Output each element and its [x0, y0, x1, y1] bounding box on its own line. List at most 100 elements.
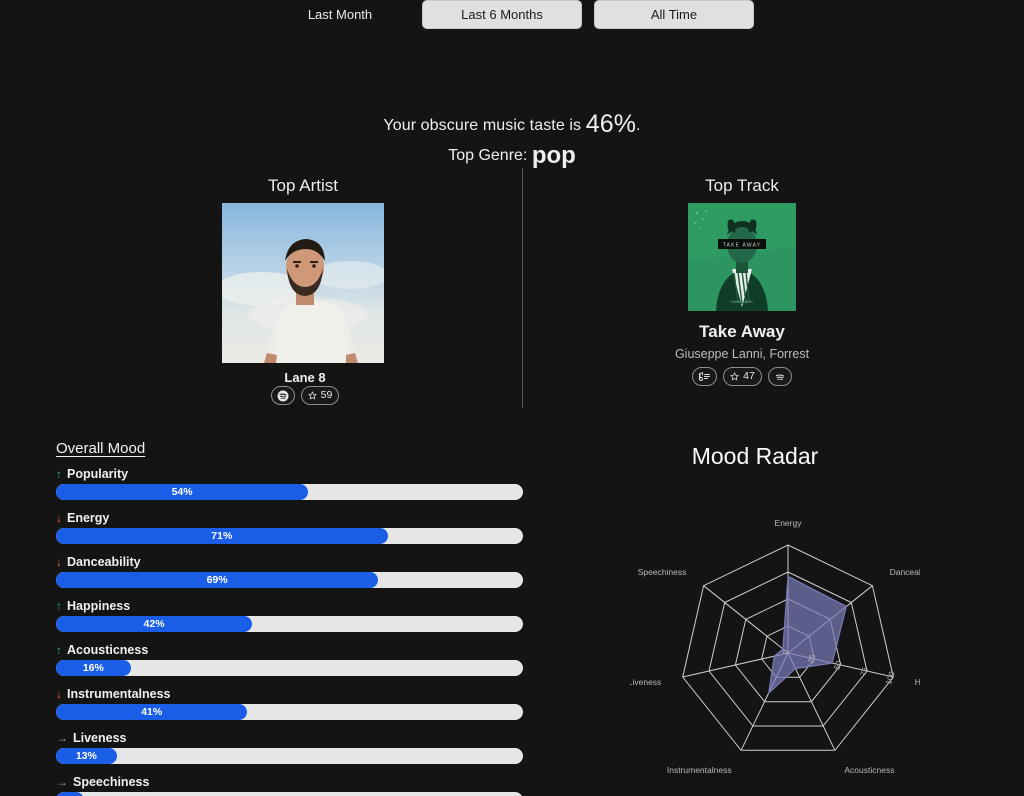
top-track-artists: Giuseppe Lanni, Forrest	[674, 347, 810, 361]
obscurity-headline: Your obscure music taste is 46%.	[0, 110, 1024, 139]
mood-metric-row: ↑ Popularity 54%	[56, 467, 523, 500]
top-artist-name: Lane 8	[284, 370, 326, 385]
mood-progress-track: 16%	[56, 660, 523, 676]
star-icon	[730, 372, 740, 381]
mood-metric-name: Energy	[67, 511, 110, 525]
mood-metric-name: Liveness	[73, 731, 127, 745]
vertical-divider	[522, 168, 523, 408]
mood-progress-value: 71%	[211, 530, 233, 542]
mood-progress-value: 16%	[82, 662, 104, 674]
trend-flat-icon: →	[56, 731, 68, 745]
svg-text:TAKE AWAY: TAKE AWAY	[730, 300, 753, 304]
mood-metric-label: ↑ Popularity	[56, 467, 523, 481]
top-artist-title: Top Artist	[268, 176, 338, 195]
top-artist-artwork[interactable]	[222, 203, 384, 363]
trend-down-icon: ↓	[56, 555, 62, 569]
mood-metric-row: ↓ Instrumentalness 41%	[56, 687, 523, 720]
mood-metric-row: ↓ Energy 71%	[56, 511, 523, 544]
artist-popularity-value: 59	[320, 389, 333, 402]
mood-radar-title: Mood Radar	[691, 443, 819, 469]
radar-axis-label-speechiness: Speechiness	[638, 567, 687, 577]
lyrics-icon	[698, 371, 711, 382]
mood-metric-row: → Speechiness 6%	[56, 775, 523, 796]
mood-progress-value: 6%	[56, 792, 84, 796]
track-popularity-value: 47	[743, 370, 755, 383]
mood-progress-value: 54%	[171, 486, 193, 498]
mood-metric-label: ↓ Energy	[56, 511, 523, 525]
mood-progress-track: 71%	[56, 528, 523, 544]
spotify-link-badge-artist[interactable]	[270, 386, 295, 405]
radar-axis-label-happiness: Happin	[915, 677, 920, 687]
time-range-selector: Last Month Last 6 Months All Time	[0, 0, 1024, 29]
radar-tick-label: 75	[859, 665, 870, 677]
obscurity-score: 46%	[585, 110, 637, 138]
radar-axis-label-energy: Energy	[775, 518, 803, 528]
top-track-badges: 47	[642, 367, 842, 386]
mood-metric-label: ↓ Instrumentalness	[56, 687, 523, 701]
spotify-icon	[774, 371, 786, 383]
top-track-title: Top Track	[705, 176, 779, 195]
artist-popularity-badge: 59	[300, 386, 340, 405]
lyrics-badge[interactable]	[692, 367, 718, 386]
mood-progress-track: 41%	[56, 704, 523, 720]
mood-progress-track: 6%	[56, 792, 523, 796]
overall-mood-heading: Overall Mood	[56, 440, 146, 457]
radar-tick-label: 50	[832, 659, 843, 671]
trend-flat-icon: →	[56, 775, 68, 789]
radar-axis-label-danceability: Danceability	[890, 567, 920, 577]
radar-data-polygon	[767, 575, 847, 695]
mood-metric-name: Instrumentalness	[67, 687, 171, 701]
top-artist-badges: 59	[205, 386, 405, 405]
mood-metric-label: ↓ Danceability	[56, 555, 523, 569]
trend-down-icon: ↓	[56, 687, 62, 701]
top-track-artwork[interactable]: TAKE AWAY TAKE AWAY	[688, 203, 796, 311]
mood-metric-row: → Liveness 13%	[56, 731, 523, 764]
mood-metric-name: Happiness	[67, 599, 131, 613]
mood-metric-label: → Speechiness	[56, 775, 523, 789]
top-genre-line: Top Genre: pop	[0, 142, 1024, 170]
mood-metric-label: ↑ Happiness	[56, 599, 523, 613]
trend-up-icon: ↑	[56, 467, 62, 481]
headline-prefix: Your obscure music taste is	[383, 117, 586, 134]
range-option-all-time[interactable]: All Time	[594, 0, 754, 29]
mood-progress-value: 42%	[143, 618, 165, 630]
trend-up-icon: ↑	[56, 599, 62, 613]
mood-metric-row: ↑ Acousticness 16%	[56, 643, 523, 676]
mood-metric-label: ↑ Acousticness	[56, 643, 523, 657]
mood-progress-value: 13%	[75, 750, 97, 762]
spotify-stats-page: Last Month Last 6 Months All Time Your o…	[0, 0, 1024, 796]
mood-metric-row: ↑ Happiness 42%	[56, 599, 523, 632]
album-art-text: TAKE AWAY	[723, 242, 762, 248]
spotify-icon	[277, 390, 289, 402]
radar-axis-label-instrumentalness: Instrumentalness	[667, 765, 732, 775]
mood-metric-label: → Liveness	[56, 731, 523, 745]
track-popularity-badge: 47	[723, 367, 762, 386]
headline-suffix: .	[636, 117, 641, 134]
radar-spoke	[703, 585, 789, 654]
mood-progress-track: 42%	[56, 616, 523, 632]
radar-axis-label-liveness: Liveness	[630, 677, 661, 687]
top-genre-value: pop	[531, 142, 576, 169]
top-genre-label: Top Genre:	[448, 147, 532, 164]
mood-progress-value: 41%	[141, 706, 163, 718]
top-track-name: Take Away	[699, 322, 785, 341]
overall-mood-list: ↑ Popularity 54% ↓ Energy 71% ↓ Danceability 69%…	[56, 467, 523, 796]
mood-progress-value: 69%	[206, 574, 228, 586]
mood-metric-name: Speechiness	[73, 775, 150, 789]
mood-metric-name: Danceability	[67, 555, 141, 569]
radar-axis-label-acousticness: Acousticness	[844, 765, 894, 775]
trend-up-icon: ↑	[56, 643, 62, 657]
star-icon	[307, 391, 317, 400]
range-option-last-month[interactable]: Last Month	[270, 0, 410, 29]
mood-radar-chart: 0255075100EnergyDanceabilityHappinAcoust…	[630, 505, 920, 785]
trend-down-icon: ↓	[56, 511, 62, 525]
mood-progress-track: 13%	[56, 748, 523, 764]
mood-metric-row: ↓ Danceability 69%	[56, 555, 523, 588]
mood-progress-track: 54%	[56, 484, 523, 500]
spotify-link-badge-track[interactable]	[767, 367, 792, 386]
mood-metric-name: Popularity	[67, 467, 129, 481]
range-option-last-6-months[interactable]: Last 6 Months	[422, 0, 582, 29]
radar-tick-label: 100	[884, 670, 897, 686]
mood-metric-name: Acousticness	[67, 643, 149, 657]
mood-progress-track: 69%	[56, 572, 523, 588]
